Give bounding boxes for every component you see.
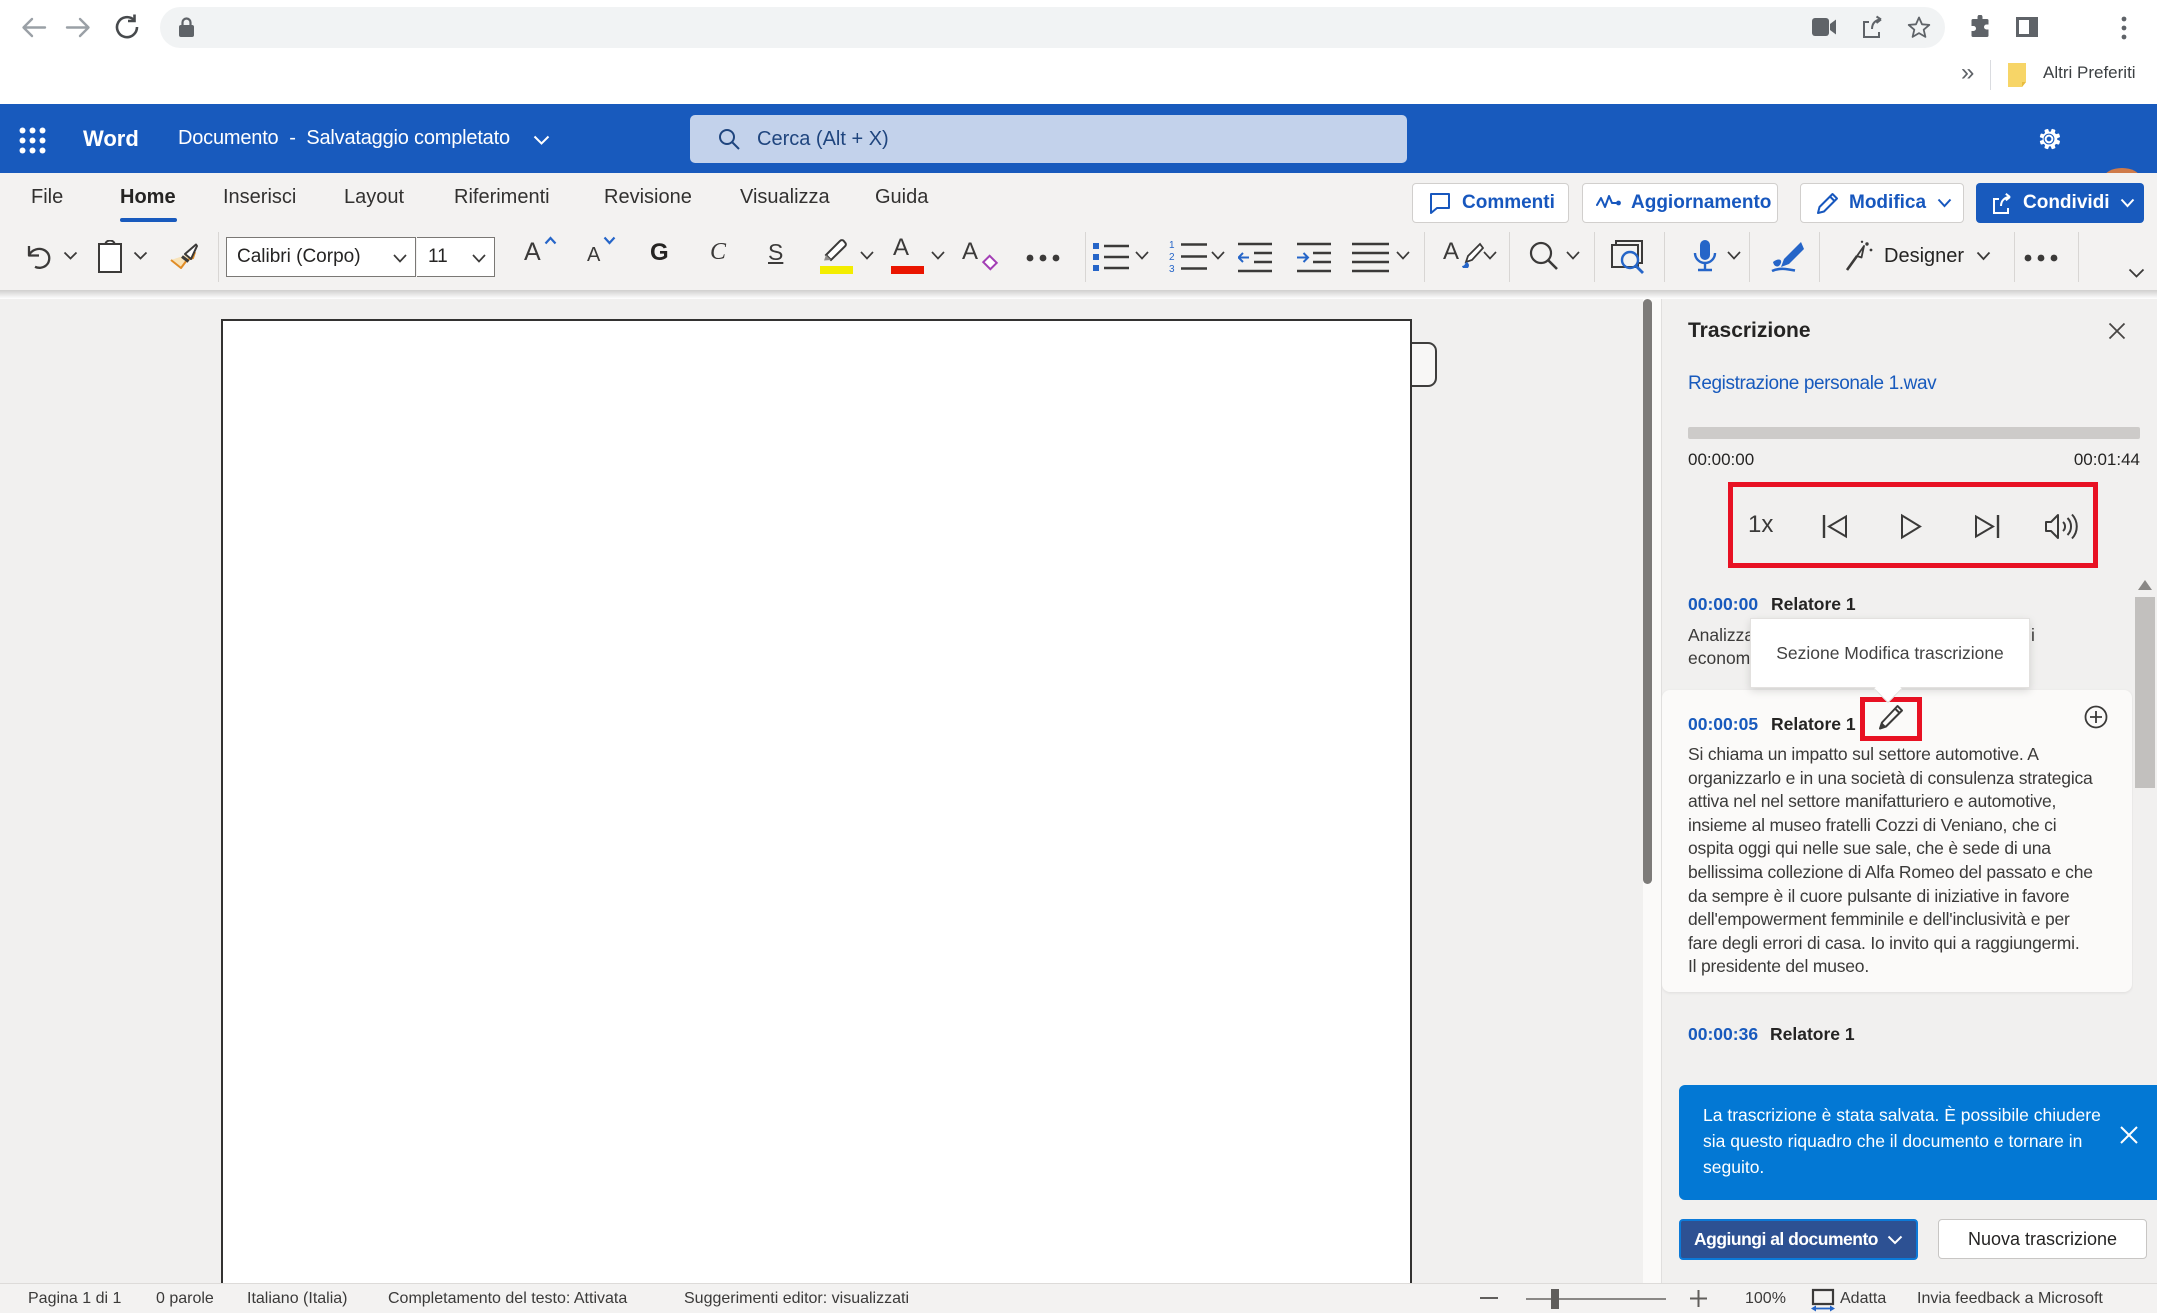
svg-text:3: 3 — [1169, 264, 1175, 275]
svg-text:1: 1 — [1169, 240, 1175, 251]
svg-text:2: 2 — [1169, 252, 1175, 263]
